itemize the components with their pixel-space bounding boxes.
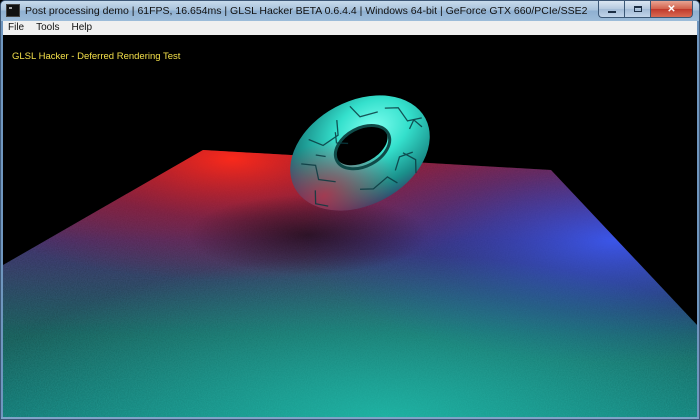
close-button[interactable]: ✕: [650, 1, 693, 18]
maximize-icon: [633, 6, 642, 12]
menu-help[interactable]: Help: [65, 21, 98, 35]
title-bar[interactable]: Post processing demo | 61FPS, 16.654ms |…: [1, 1, 699, 21]
minimize-button[interactable]: [598, 1, 624, 18]
minimize-icon: [607, 11, 616, 13]
app-window: Post processing demo | 61FPS, 16.654ms |…: [0, 0, 700, 420]
render-viewport[interactable]: GLSL Hacker - Deferred Rendering Test: [3, 35, 697, 417]
window-title: Post processing demo | 61FPS, 16.654ms |…: [25, 5, 588, 17]
menu-file[interactable]: File: [3, 21, 30, 35]
close-icon: ✕: [667, 3, 676, 15]
caption-buttons: ✕: [598, 1, 693, 18]
menu-bar: File Tools Help: [3, 21, 697, 35]
menu-tools[interactable]: Tools: [30, 21, 65, 35]
scene-canvas: [3, 95, 697, 417]
overlay-caption: GLSL Hacker - Deferred Rendering Test: [12, 51, 181, 62]
app-icon[interactable]: [6, 4, 20, 17]
maximize-button[interactable]: [624, 1, 650, 18]
